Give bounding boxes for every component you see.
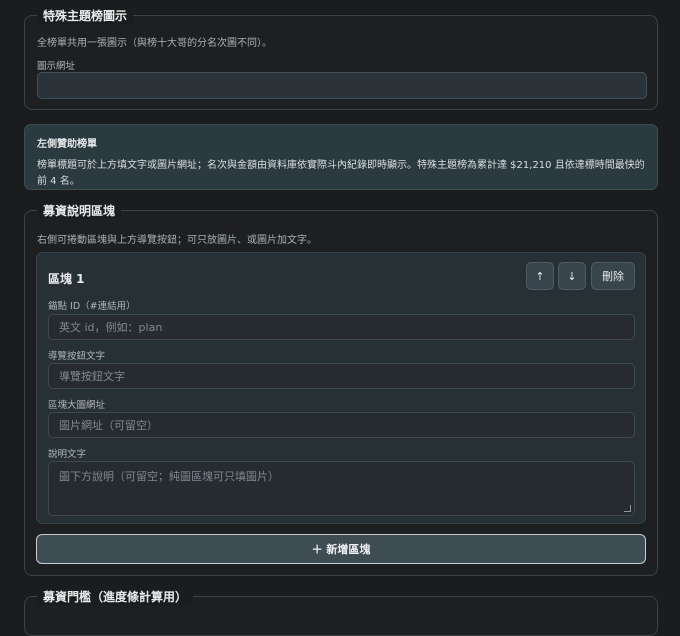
blocks-section-description: 右側可捲動區塊與上方導覽按鈕；可只放圖片、或圖片加文字。 [37,235,317,246]
notice-body: 榜單標題可於上方填文字或圖片網址；名次與金額由資料庫依實際斗內紀錄即時顯示。特殊… [37,160,645,187]
icon-url-input[interactable] [37,72,647,99]
content-block: 區塊 1 ↑ ↓ 刪除 錨點 ID（#連結用） 英文 id，例如：plan 導覽… [36,252,646,524]
image-url-input[interactable]: 圖片網址（可留空） [48,412,635,438]
move-up-button[interactable]: ↑ [526,262,554,290]
caption-textarea[interactable]: 圖下方說明（可留空；純圖區塊可只填圖片） [48,461,635,516]
anchor-id-label: 錨點 ID（#連結用） [48,301,136,312]
anchor-id-input[interactable]: 英文 id，例如：plan [48,314,635,340]
blocks-section-legend: 募資說明區塊 [37,203,122,219]
nav-text-input[interactable]: 導覽按鈕文字 [48,363,635,389]
threshold-section-legend: 募資門檻（進度條計算用） [37,589,194,605]
icon-section-description: 全榜單共用一張圖示（與榜十大哥的分名次圖不同）。 [37,38,272,49]
sponsor-list-notice: 左側贊助榜單 榜單標題可於上方填文字或圖片網址；名次與金額由資料庫依實際斗內紀錄… [24,124,658,190]
delete-button[interactable]: 刪除 [591,262,635,290]
caption-placeholder: 圖下方說明（可留空；純圖區塊可只填圖片） [59,470,279,483]
arrow-down-icon: ↓ [567,269,577,283]
icon-section: 特殊主題榜圖示 全榜單共用一張圖示（與榜十大哥的分名次圖不同）。 圖示網址 [24,8,658,110]
icon-url-label: 圖示網址 [37,61,76,72]
icon-section-legend: 特殊主題榜圖示 [37,8,134,24]
image-url-label: 區塊大圖網址 [48,400,106,411]
threshold-section: 募資門檻（進度條計算用） [24,589,658,636]
resize-handle-icon[interactable] [624,505,631,512]
notice-title: 左側贊助榜單 [37,139,97,150]
nav-text-label: 導覽按鈕文字 [48,351,106,362]
block-title: 區塊 1 [48,272,85,286]
arrow-up-icon: ↑ [535,269,545,283]
caption-label: 說明文字 [48,449,87,460]
move-down-button[interactable]: ↓ [558,262,586,290]
add-block-button[interactable]: ＋ 新增區塊 [36,534,646,564]
